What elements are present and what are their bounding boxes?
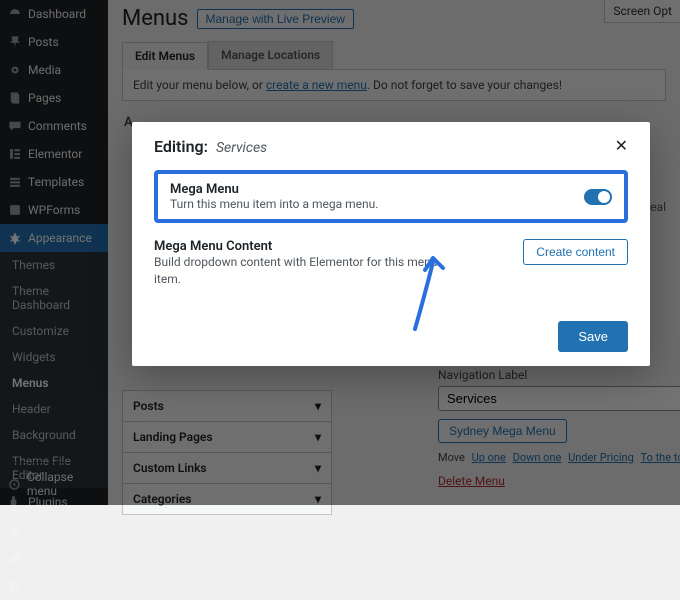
row-desc: Build dropdown content with Elementor fo… [154,254,454,288]
tools-icon [8,551,22,565]
users-icon [8,523,22,537]
modal-title: Editing: Services [154,137,267,156]
modal-subtitle: Services [216,140,267,156]
create-content-button[interactable]: Create content [523,239,628,265]
row-title: Mega Menu Content [154,239,454,254]
sidebar-item-users[interactable]: Users [0,516,108,544]
row-title: Mega Menu [170,182,378,197]
mega-menu-toggle-row: Mega Menu Turn this menu item into a meg… [154,170,628,223]
mega-menu-content-row: Mega Menu Content Build dropdown content… [154,239,628,288]
save-button[interactable]: Save [558,321,628,352]
settings-icon [8,579,22,593]
sidebar-item-settings[interactable]: Settings [0,572,108,600]
row-desc: Turn this menu item into a mega menu. [170,197,378,211]
sidebar-label: Users [28,523,59,537]
mega-menu-toggle[interactable] [584,189,612,205]
close-icon[interactable]: ✕ [615,136,628,156]
sidebar-label: Tools [28,551,57,565]
sidebar-item-tools[interactable]: Tools [0,544,108,572]
mega-menu-modal: Editing: Services ✕ Mega Menu Turn this … [132,122,650,366]
sidebar-label: Settings [28,579,72,593]
